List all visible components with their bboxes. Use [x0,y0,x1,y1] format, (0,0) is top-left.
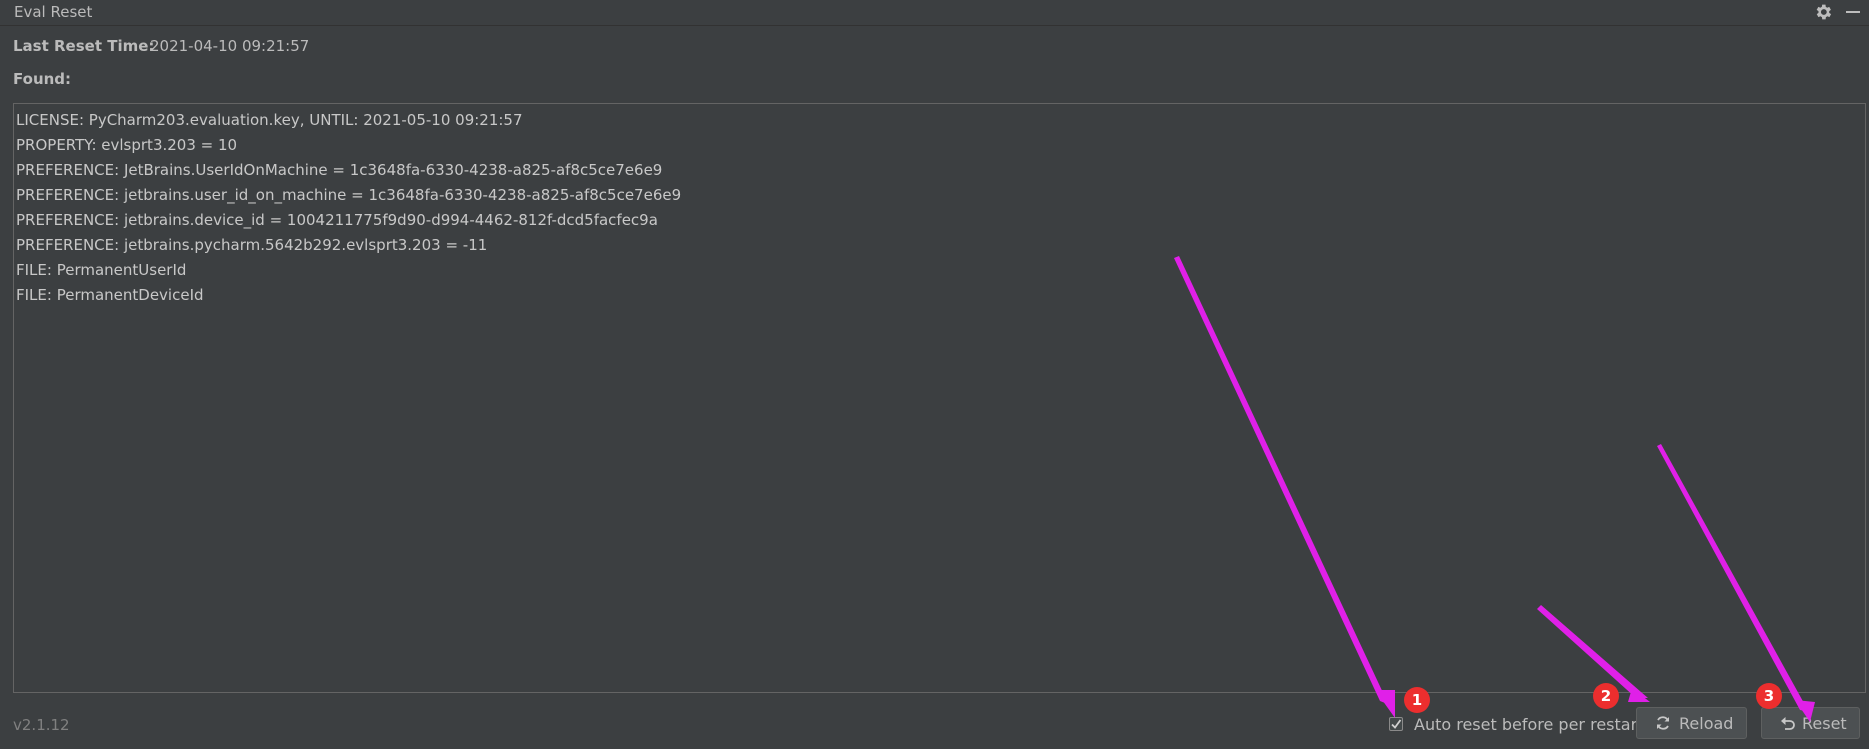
annotation-badge: 3 [1756,683,1782,709]
reload-label: Reload [1679,714,1734,733]
title-bar: Eval Reset [0,0,1869,26]
gear-icon[interactable] [1813,2,1833,22]
eval-reset-panel: Eval Reset Last Reset Time: 2021-04-10 0… [0,0,1869,749]
auto-reset-label[interactable]: Auto reset before per restart [1414,715,1643,734]
found-line: PROPERTY: evlsprt3.203 = 10 [16,136,238,154]
checkmark-icon [1391,719,1402,729]
found-line: PREFERENCE: jetbrains.device_id = 100421… [16,211,658,229]
found-line: LICENSE: PyCharm203.evaluation.key, UNTI… [16,111,523,129]
minimize-icon[interactable] [1846,11,1860,13]
annotation-arrow-1-head [1375,690,1395,718]
window-title: Eval Reset [14,3,93,21]
last-reset-value: 2021-04-10 09:21:57 [150,37,310,55]
reset-button[interactable]: Reset [1761,707,1860,739]
found-line: PREFERENCE: jetbrains.pycharm.5642b292.e… [16,236,488,254]
found-label: Found: [13,70,72,88]
auto-reset-checkbox[interactable] [1389,717,1403,731]
annotation-badge: 2 [1593,683,1619,709]
found-line: FILE: PermanentUserId [16,261,187,279]
version-label: v2.1.12 [13,716,70,734]
last-reset-label: Last Reset Time: [13,37,155,55]
undo-icon [1781,717,1795,730]
reset-label: Reset [1802,714,1847,733]
found-items-textarea[interactable]: LICENSE: PyCharm203.evaluation.key, UNTI… [13,103,1866,693]
found-line: PREFERENCE: JetBrains.UserIdOnMachine = … [16,161,663,179]
annotation-badge: 1 [1404,687,1430,713]
reload-button[interactable]: Reload [1636,707,1747,739]
found-line: FILE: PermanentDeviceId [16,286,204,304]
refresh-icon [1657,716,1669,730]
found-line: PREFERENCE: jetbrains.user_id_on_machine… [16,186,682,204]
